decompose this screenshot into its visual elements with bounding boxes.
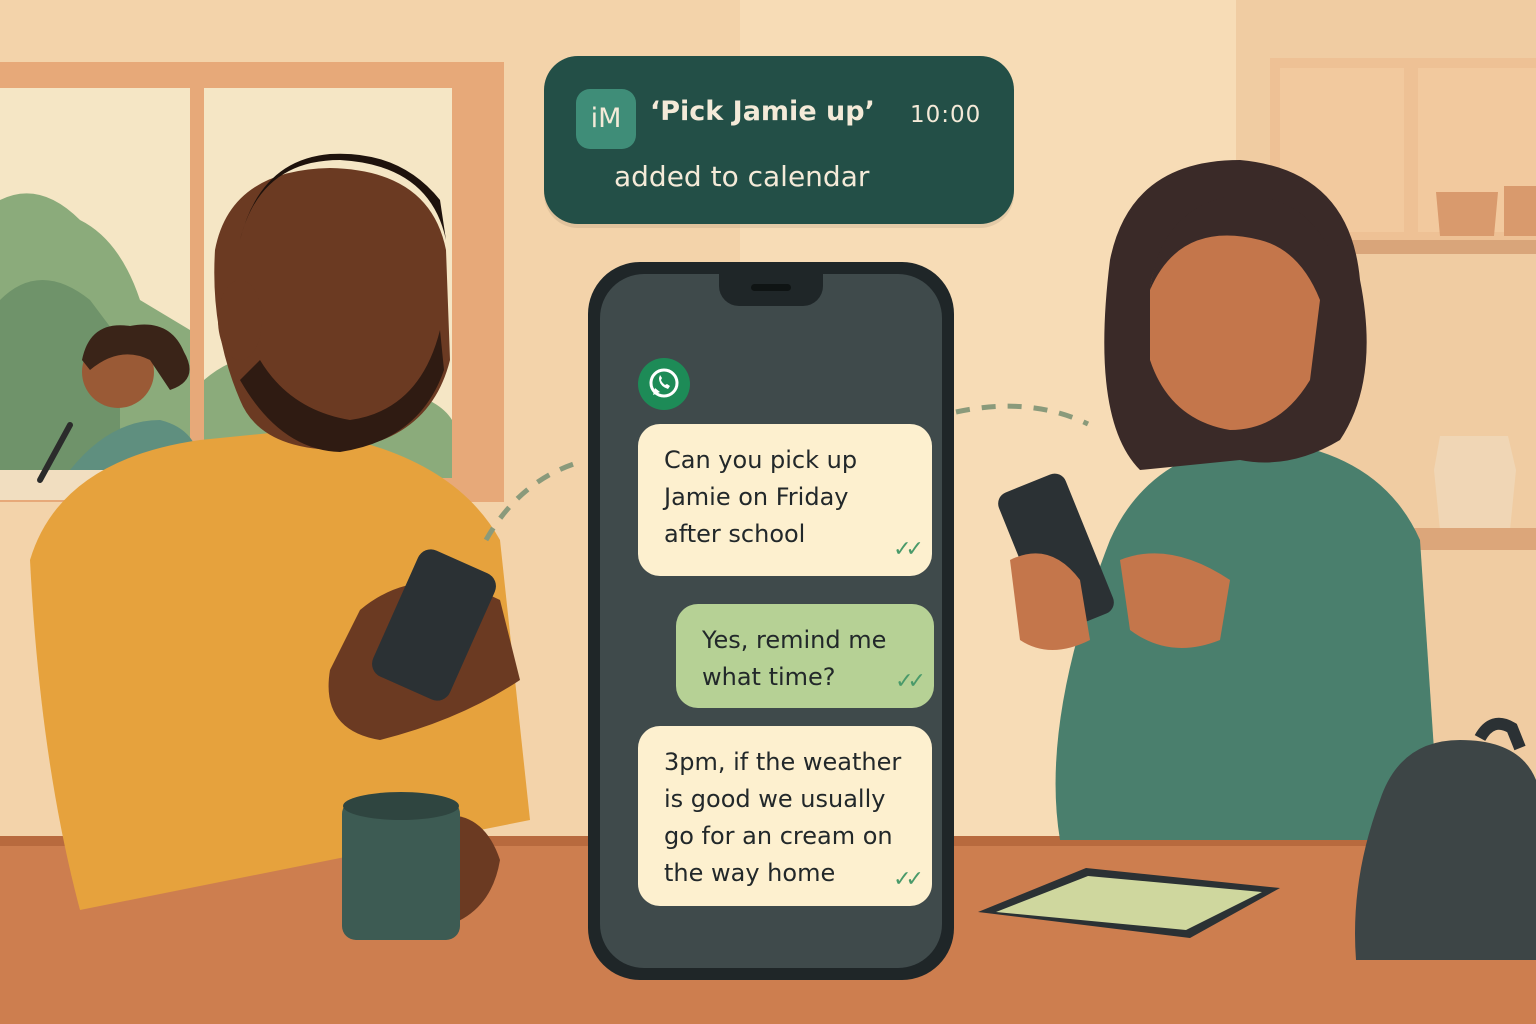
message-text: Can you pick up Jamie on Friday after sc… [664,446,858,548]
notification-title: ‘Pick Jamie up’ [650,96,875,127]
phone-speaker [751,284,791,291]
message-text: Yes, remind me what time? [702,626,887,691]
chat-screen: Can you pick up Jamie on Friday after sc… [600,274,942,968]
message-bubble-incoming: 3pm, if the weather is good we usually g… [638,726,932,906]
coffee-mug [342,792,460,940]
notification-time: 10:00 [910,102,982,128]
phone-device: Can you pick up Jamie on Friday after sc… [588,262,954,980]
read-ticks-icon: ✓✓ [895,669,926,694]
notification-subtitle: added to calendar [614,160,870,193]
calendar-app-badge: iM [576,89,636,149]
message-bubble-outgoing: Yes, remind me what time? ✓✓ [676,604,934,708]
calendar-notification[interactable]: iM ‘Pick Jamie up’ 10:00 added to calend… [544,56,1014,224]
read-ticks-icon: ✓✓ [893,537,924,562]
whatsapp-icon [638,358,690,410]
message-bubble-incoming: Can you pick up Jamie on Friday after sc… [638,424,932,576]
message-text: 3pm, if the weather is good we usually g… [664,748,902,887]
read-ticks-icon: ✓✓ [893,867,924,892]
